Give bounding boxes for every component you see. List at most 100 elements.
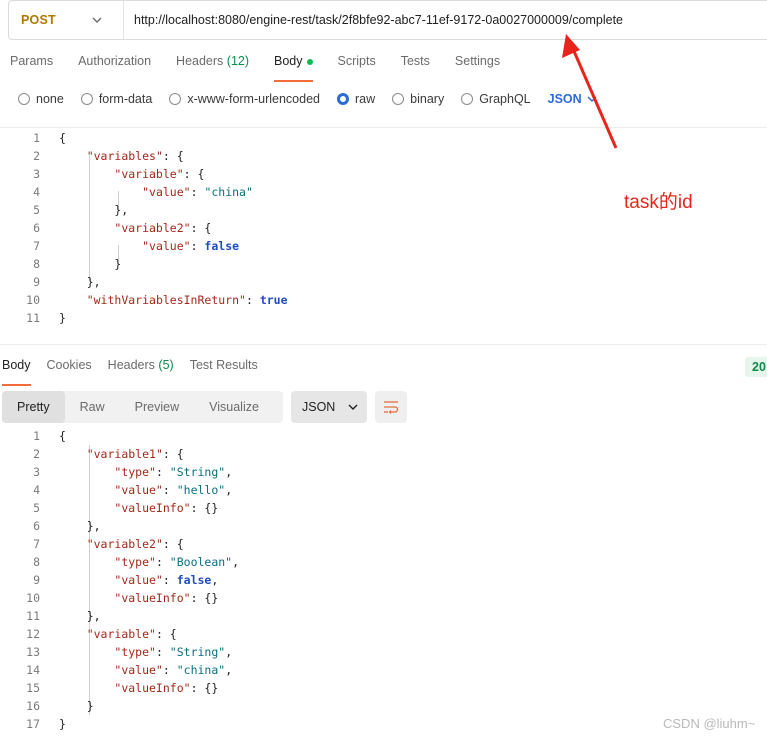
- code-token: ,: [225, 465, 233, 479]
- code-line: 2 "variables": {: [0, 147, 288, 165]
- code-line: 12 "variable": {: [0, 625, 239, 643]
- view-mode-visualize[interactable]: Visualize: [194, 391, 274, 423]
- response-tab-test-results[interactable]: Test Results: [190, 358, 258, 380]
- tab-settings[interactable]: Settings: [455, 54, 500, 76]
- code-text: "valueInfo": {}: [40, 589, 218, 607]
- tab-tests[interactable]: Tests: [401, 54, 430, 76]
- response-tab-cookies[interactable]: Cookies: [47, 358, 92, 380]
- code-line: 10 "valueInfo": {}: [0, 589, 239, 607]
- code-token: ,: [211, 573, 219, 587]
- code-token: "value": [114, 663, 163, 677]
- body-type-x-www-form-urlencoded[interactable]: x-www-form-urlencoded: [169, 92, 320, 106]
- code-token: },: [59, 203, 129, 217]
- view-mode-toggle: Pretty Raw Preview Visualize: [2, 391, 283, 423]
- body-type-none[interactable]: none: [18, 92, 64, 106]
- code-text: "valueInfo": {}: [40, 499, 218, 517]
- line-number: 4: [33, 483, 40, 497]
- code-token: {: [59, 131, 66, 145]
- view-mode-raw[interactable]: Raw: [65, 391, 120, 423]
- radio-label: x-www-form-urlencoded: [187, 92, 320, 106]
- code-token: "type": [114, 645, 156, 659]
- code-token: true: [259, 293, 288, 307]
- line-number: 11: [26, 609, 40, 623]
- response-format-select[interactable]: JSON: [291, 391, 367, 423]
- code-line: 16 }: [0, 697, 239, 715]
- code-line: 9 "value": false,: [0, 571, 239, 589]
- view-mode-preview[interactable]: Preview: [120, 391, 194, 423]
- code-text: "value": false,: [40, 571, 218, 589]
- code-text: "type": "String",: [40, 643, 232, 661]
- code-line: 7 "variable2": {: [0, 535, 239, 553]
- body-type-binary[interactable]: binary: [392, 92, 444, 106]
- radio-label: GraphQL: [479, 92, 531, 106]
- response-body-code: 1{2 "variable1": {3 "type": "String", 4 "…: [0, 427, 239, 733]
- raw-language-select[interactable]: JSON: [548, 92, 598, 106]
- tab-label: Tests: [400, 54, 430, 68]
- chevron-down-icon: [92, 17, 102, 23]
- body-type-raw[interactable]: raw: [337, 92, 375, 106]
- annotation-text: task的id: [624, 192, 693, 213]
- line-number: 12: [26, 627, 40, 641]
- request-body-code: 1{2 "variables": {3 "variable": { 4 "valu…: [0, 129, 288, 327]
- watermark: CSDN @liuhm~: [663, 716, 756, 731]
- view-mode-pretty[interactable]: Pretty: [2, 391, 65, 423]
- code-token: "hello": [176, 483, 226, 497]
- code-text: }: [40, 715, 66, 733]
- code-text: }: [40, 697, 94, 715]
- code-token: }: [59, 311, 66, 325]
- radio-icon[interactable]: [337, 93, 349, 105]
- body-type-form-data[interactable]: form-data: [80, 92, 152, 106]
- code-text: "value": false: [40, 237, 239, 255]
- response-tab-body[interactable]: Body: [2, 358, 31, 386]
- code-token: :: [190, 239, 205, 253]
- method-select[interactable]: POST: [9, 1, 124, 39]
- tab-label: Headers: [107, 358, 155, 372]
- code-line: 1{: [0, 129, 288, 147]
- tab-params[interactable]: Params: [10, 54, 53, 76]
- tab-body[interactable]: Body: [274, 54, 313, 82]
- code-token: : {: [155, 627, 177, 641]
- line-number: 15: [26, 681, 40, 695]
- code-token: : {: [183, 167, 205, 181]
- radio-icon[interactable]: [392, 93, 405, 105]
- url-input[interactable]: http://localhost:8080/engine-rest/task/2…: [124, 13, 623, 27]
- line-number: 8: [33, 555, 40, 569]
- tab-scripts[interactable]: Scripts: [338, 54, 376, 76]
- code-token: "china": [204, 185, 253, 199]
- response-tab-headers[interactable]: Headers (5): [108, 358, 174, 380]
- code-token: }: [59, 257, 122, 271]
- code-line: 2 "variable1": {: [0, 445, 239, 463]
- line-number: 9: [33, 275, 40, 289]
- code-token: },: [59, 609, 101, 623]
- code-line: 4 "value": "hello",: [0, 481, 239, 499]
- line-number: 10: [26, 591, 40, 605]
- radio-icon[interactable]: [169, 93, 182, 105]
- wrap-lines-icon: [384, 401, 399, 414]
- radio-icon[interactable]: [80, 93, 93, 105]
- code-token: "china": [176, 663, 226, 677]
- code-token: ,: [232, 555, 240, 569]
- code-token: "type": [114, 465, 156, 479]
- code-token: }: [59, 717, 66, 731]
- code-token: },: [59, 275, 101, 289]
- radio-icon[interactable]: [461, 93, 474, 105]
- line-number: 16: [26, 699, 40, 713]
- radio-label: binary: [410, 92, 445, 106]
- request-body-editor[interactable]: 1{2 "variables": {3 "variable": { 4 "valu…: [0, 127, 767, 345]
- wrap-lines-button[interactable]: [375, 391, 407, 423]
- line-number: 4: [33, 185, 40, 199]
- status-badge: 20: [745, 357, 767, 377]
- radio-icon[interactable]: [18, 93, 30, 105]
- tab-authorization[interactable]: Authorization: [78, 54, 151, 76]
- line-number: 1: [33, 429, 40, 443]
- code-token: false: [204, 239, 240, 253]
- request-url-bar: POST http://localhost:8080/engine-rest/t…: [8, 0, 767, 40]
- code-line: 3 "variable": {: [0, 165, 288, 183]
- code-text: "withVariablesInReturn": true: [40, 291, 288, 309]
- body-type-graphql[interactable]: GraphQL: [461, 92, 531, 106]
- tab-headers[interactable]: Headers (12): [176, 54, 249, 76]
